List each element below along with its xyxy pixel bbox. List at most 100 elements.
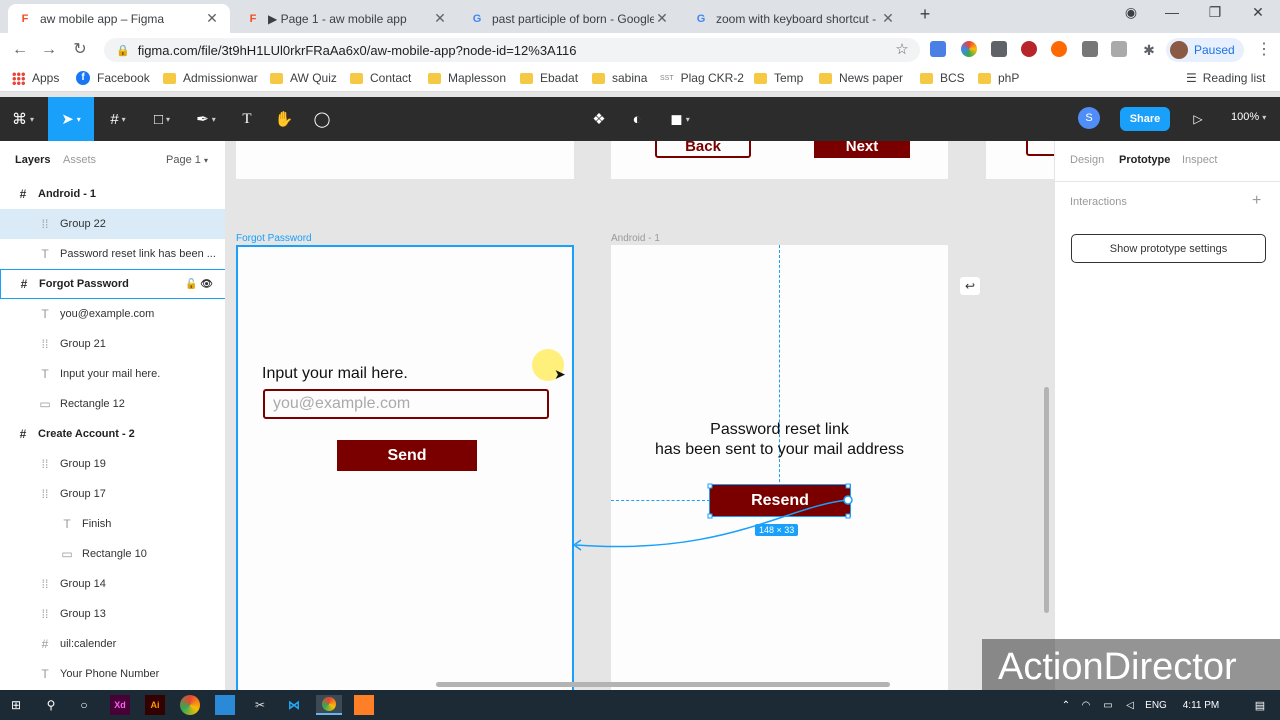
present-play-icon[interactable]: ▷ bbox=[1186, 97, 1210, 141]
prototype-connection[interactable] bbox=[226, 141, 1054, 690]
connection-handle[interactable] bbox=[843, 495, 853, 505]
close-tab-icon[interactable]: ✕ bbox=[432, 10, 448, 27]
text-tool-icon[interactable]: T bbox=[230, 97, 264, 141]
bookmark-folder[interactable]: News paper bbox=[819, 71, 903, 85]
forward-arrow-icon[interactable]: → bbox=[38, 39, 60, 61]
wifi-icon[interactable]: ◠ bbox=[1076, 695, 1096, 715]
tab-inspect[interactable]: Inspect bbox=[1182, 154, 1217, 166]
layer-row[interactable]: ⁞⁞ Group 19 bbox=[0, 449, 225, 479]
bookmark-folder[interactable]: Temp bbox=[754, 71, 803, 85]
layer-row[interactable]: T Finish bbox=[0, 509, 225, 539]
recorder-icon[interactable] bbox=[354, 695, 374, 715]
tab-layers[interactable]: Layers bbox=[15, 154, 50, 166]
chrome-active-icon[interactable] bbox=[316, 695, 342, 715]
volume-icon[interactable]: ◁ bbox=[1120, 695, 1140, 715]
tab-assets[interactable]: Assets bbox=[63, 154, 96, 166]
layer-row[interactable]: # Create Account - 2 bbox=[0, 419, 225, 449]
figma-canvas[interactable]: Back Next Forgot Password Input your mai… bbox=[226, 141, 1054, 690]
windows-start-icon[interactable]: ⊞ bbox=[6, 695, 26, 715]
boolean-icon[interactable]: ◼ ▾ bbox=[660, 97, 700, 141]
resize-handle[interactable] bbox=[845, 483, 851, 489]
extensions-puzzle-icon[interactable]: ✱ bbox=[1138, 39, 1160, 61]
adobe-xd-icon[interactable]: Xd bbox=[110, 695, 130, 715]
cortana-icon[interactable]: ○ bbox=[74, 695, 94, 715]
desktop-app-icon[interactable] bbox=[215, 695, 235, 715]
address-bar[interactable]: 🔒 figma.com/file/3t9hH1LUl0rkrFRaAa6x0/a… bbox=[104, 38, 920, 62]
language-indicator[interactable]: ENG bbox=[1143, 695, 1169, 715]
frame-tool-icon[interactable]: # ▾ bbox=[96, 97, 140, 141]
new-tab-button[interactable]: + bbox=[913, 4, 937, 26]
layer-row[interactable]: ▭ Rectangle 12 bbox=[0, 389, 225, 419]
resize-handle[interactable] bbox=[845, 513, 851, 519]
bookmark-apps[interactable]: Apps bbox=[12, 71, 59, 85]
hand-tool-icon[interactable]: ✋ bbox=[266, 97, 302, 141]
layer-row[interactable]: ⁞⁞ Group 17 bbox=[0, 479, 225, 509]
browser-tab-google-1[interactable]: G past participle of born - Google S ✕ bbox=[460, 4, 680, 33]
minimize-icon[interactable]: — bbox=[1160, 4, 1184, 26]
bookmark-facebook[interactable]: f Facebook bbox=[76, 71, 150, 85]
user-avatar[interactable]: S bbox=[1078, 107, 1100, 129]
back-arrow-icon[interactable]: ← bbox=[9, 39, 31, 61]
close-tab-icon[interactable]: ✕ bbox=[880, 10, 896, 27]
profile-button[interactable]: Paused bbox=[1166, 38, 1244, 62]
app-icon[interactable]: ✂ bbox=[250, 695, 270, 715]
bookmark-folder[interactable]: AW Quiz bbox=[270, 71, 337, 85]
bookmark-star-icon[interactable]: ☆ bbox=[891, 39, 913, 61]
js-extension-icon[interactable] bbox=[991, 41, 1007, 57]
browser-menu-icon[interactable]: ⋮ bbox=[1253, 39, 1275, 61]
layer-row[interactable]: T Input your mail here. bbox=[0, 359, 225, 389]
red-extension-icon[interactable] bbox=[1021, 41, 1037, 57]
zoom-level[interactable]: 100% ▾ bbox=[1231, 111, 1266, 123]
close-tab-icon[interactable]: ✕ bbox=[654, 10, 670, 27]
battery-icon[interactable]: ▭ bbox=[1098, 695, 1118, 715]
clipboard-extension-icon[interactable] bbox=[1111, 41, 1127, 57]
vertical-scrollbar[interactable] bbox=[1044, 387, 1049, 613]
add-interaction-icon[interactable]: + bbox=[1252, 192, 1261, 210]
notifications-icon[interactable]: ▤ bbox=[1250, 695, 1270, 715]
bookmark-folder[interactable]: phP bbox=[978, 71, 1019, 85]
horizontal-scrollbar[interactable] bbox=[436, 682, 890, 687]
resize-handle[interactable] bbox=[707, 513, 713, 519]
close-tab-icon[interactable]: ✕ bbox=[204, 10, 220, 27]
layer-row[interactable]: # Forgot Password 🔓 👁 bbox=[0, 269, 225, 299]
lock-visibility-icon[interactable]: 🔓 👁 bbox=[185, 279, 213, 290]
bookmark-folder[interactable]: Contact bbox=[350, 71, 411, 85]
window-close-icon[interactable]: ✕ bbox=[1246, 4, 1270, 26]
chrome-icon[interactable] bbox=[180, 695, 200, 715]
comment-tool-icon[interactable]: ◯ bbox=[304, 97, 340, 141]
page-selector[interactable]: Page 1 ▾ bbox=[166, 154, 208, 166]
restore-icon[interactable]: ❐ bbox=[1203, 4, 1227, 26]
bookmark-folder[interactable]: Maplesson bbox=[428, 71, 506, 85]
resize-handle[interactable] bbox=[707, 483, 713, 489]
clock[interactable]: 4:11 PM bbox=[1178, 695, 1224, 715]
browser-tab-page1[interactable]: F ▶ Page 1 - aw mobile app ✕ bbox=[236, 4, 458, 33]
layer-row[interactable]: ▭ Rectangle 10 bbox=[0, 539, 225, 569]
figma-menu-icon[interactable]: ⌘ ▾ bbox=[0, 97, 46, 141]
pen-tool-icon[interactable]: ✒ ▾ bbox=[184, 97, 228, 141]
bookmark-folder[interactable]: Admissionwar bbox=[163, 71, 258, 85]
back-action-icon[interactable]: ↩ bbox=[960, 277, 980, 295]
bookmark-plag[interactable]: SST Plag CKR-2 bbox=[660, 71, 744, 85]
browser-tab-figma[interactable]: F aw mobile app – Figma ✕ bbox=[8, 4, 230, 33]
layer-row[interactable]: # Android - 1 bbox=[0, 179, 225, 209]
translate-extension-icon[interactable] bbox=[930, 41, 946, 57]
layer-row[interactable]: T Your Phone Number bbox=[0, 659, 225, 689]
layer-row[interactable]: ⁞⁞ Group 21 bbox=[0, 329, 225, 359]
adobe-illustrator-icon[interactable]: Ai bbox=[145, 695, 165, 715]
search-icon[interactable]: ⚲ bbox=[41, 695, 61, 715]
shape-tool-icon[interactable]: □ ▾ bbox=[140, 97, 184, 141]
capture-extension-icon[interactable] bbox=[1082, 41, 1098, 57]
bookmark-folder[interactable]: BCS bbox=[920, 71, 965, 85]
share-button[interactable]: Share bbox=[1120, 107, 1170, 131]
vscode-icon[interactable]: ⋈ bbox=[284, 695, 304, 715]
orange-extension-icon[interactable] bbox=[1051, 41, 1067, 57]
reading-list[interactable]: ☰ Reading list bbox=[1186, 71, 1265, 85]
layer-row[interactable]: T Password reset link has been ... bbox=[0, 239, 225, 269]
tab-prototype[interactable]: Prototype bbox=[1119, 154, 1170, 166]
layer-row[interactable]: ⁞⁞ Group 22 bbox=[0, 209, 225, 239]
layer-row[interactable]: # uil:calender bbox=[0, 629, 225, 659]
bookmark-folder[interactable]: Ebadat bbox=[520, 71, 578, 85]
tray-chevron-icon[interactable]: ⌃ bbox=[1056, 695, 1076, 715]
mask-icon[interactable]: ◐ bbox=[622, 97, 652, 141]
bookmark-folder[interactable]: sabina bbox=[592, 71, 647, 85]
